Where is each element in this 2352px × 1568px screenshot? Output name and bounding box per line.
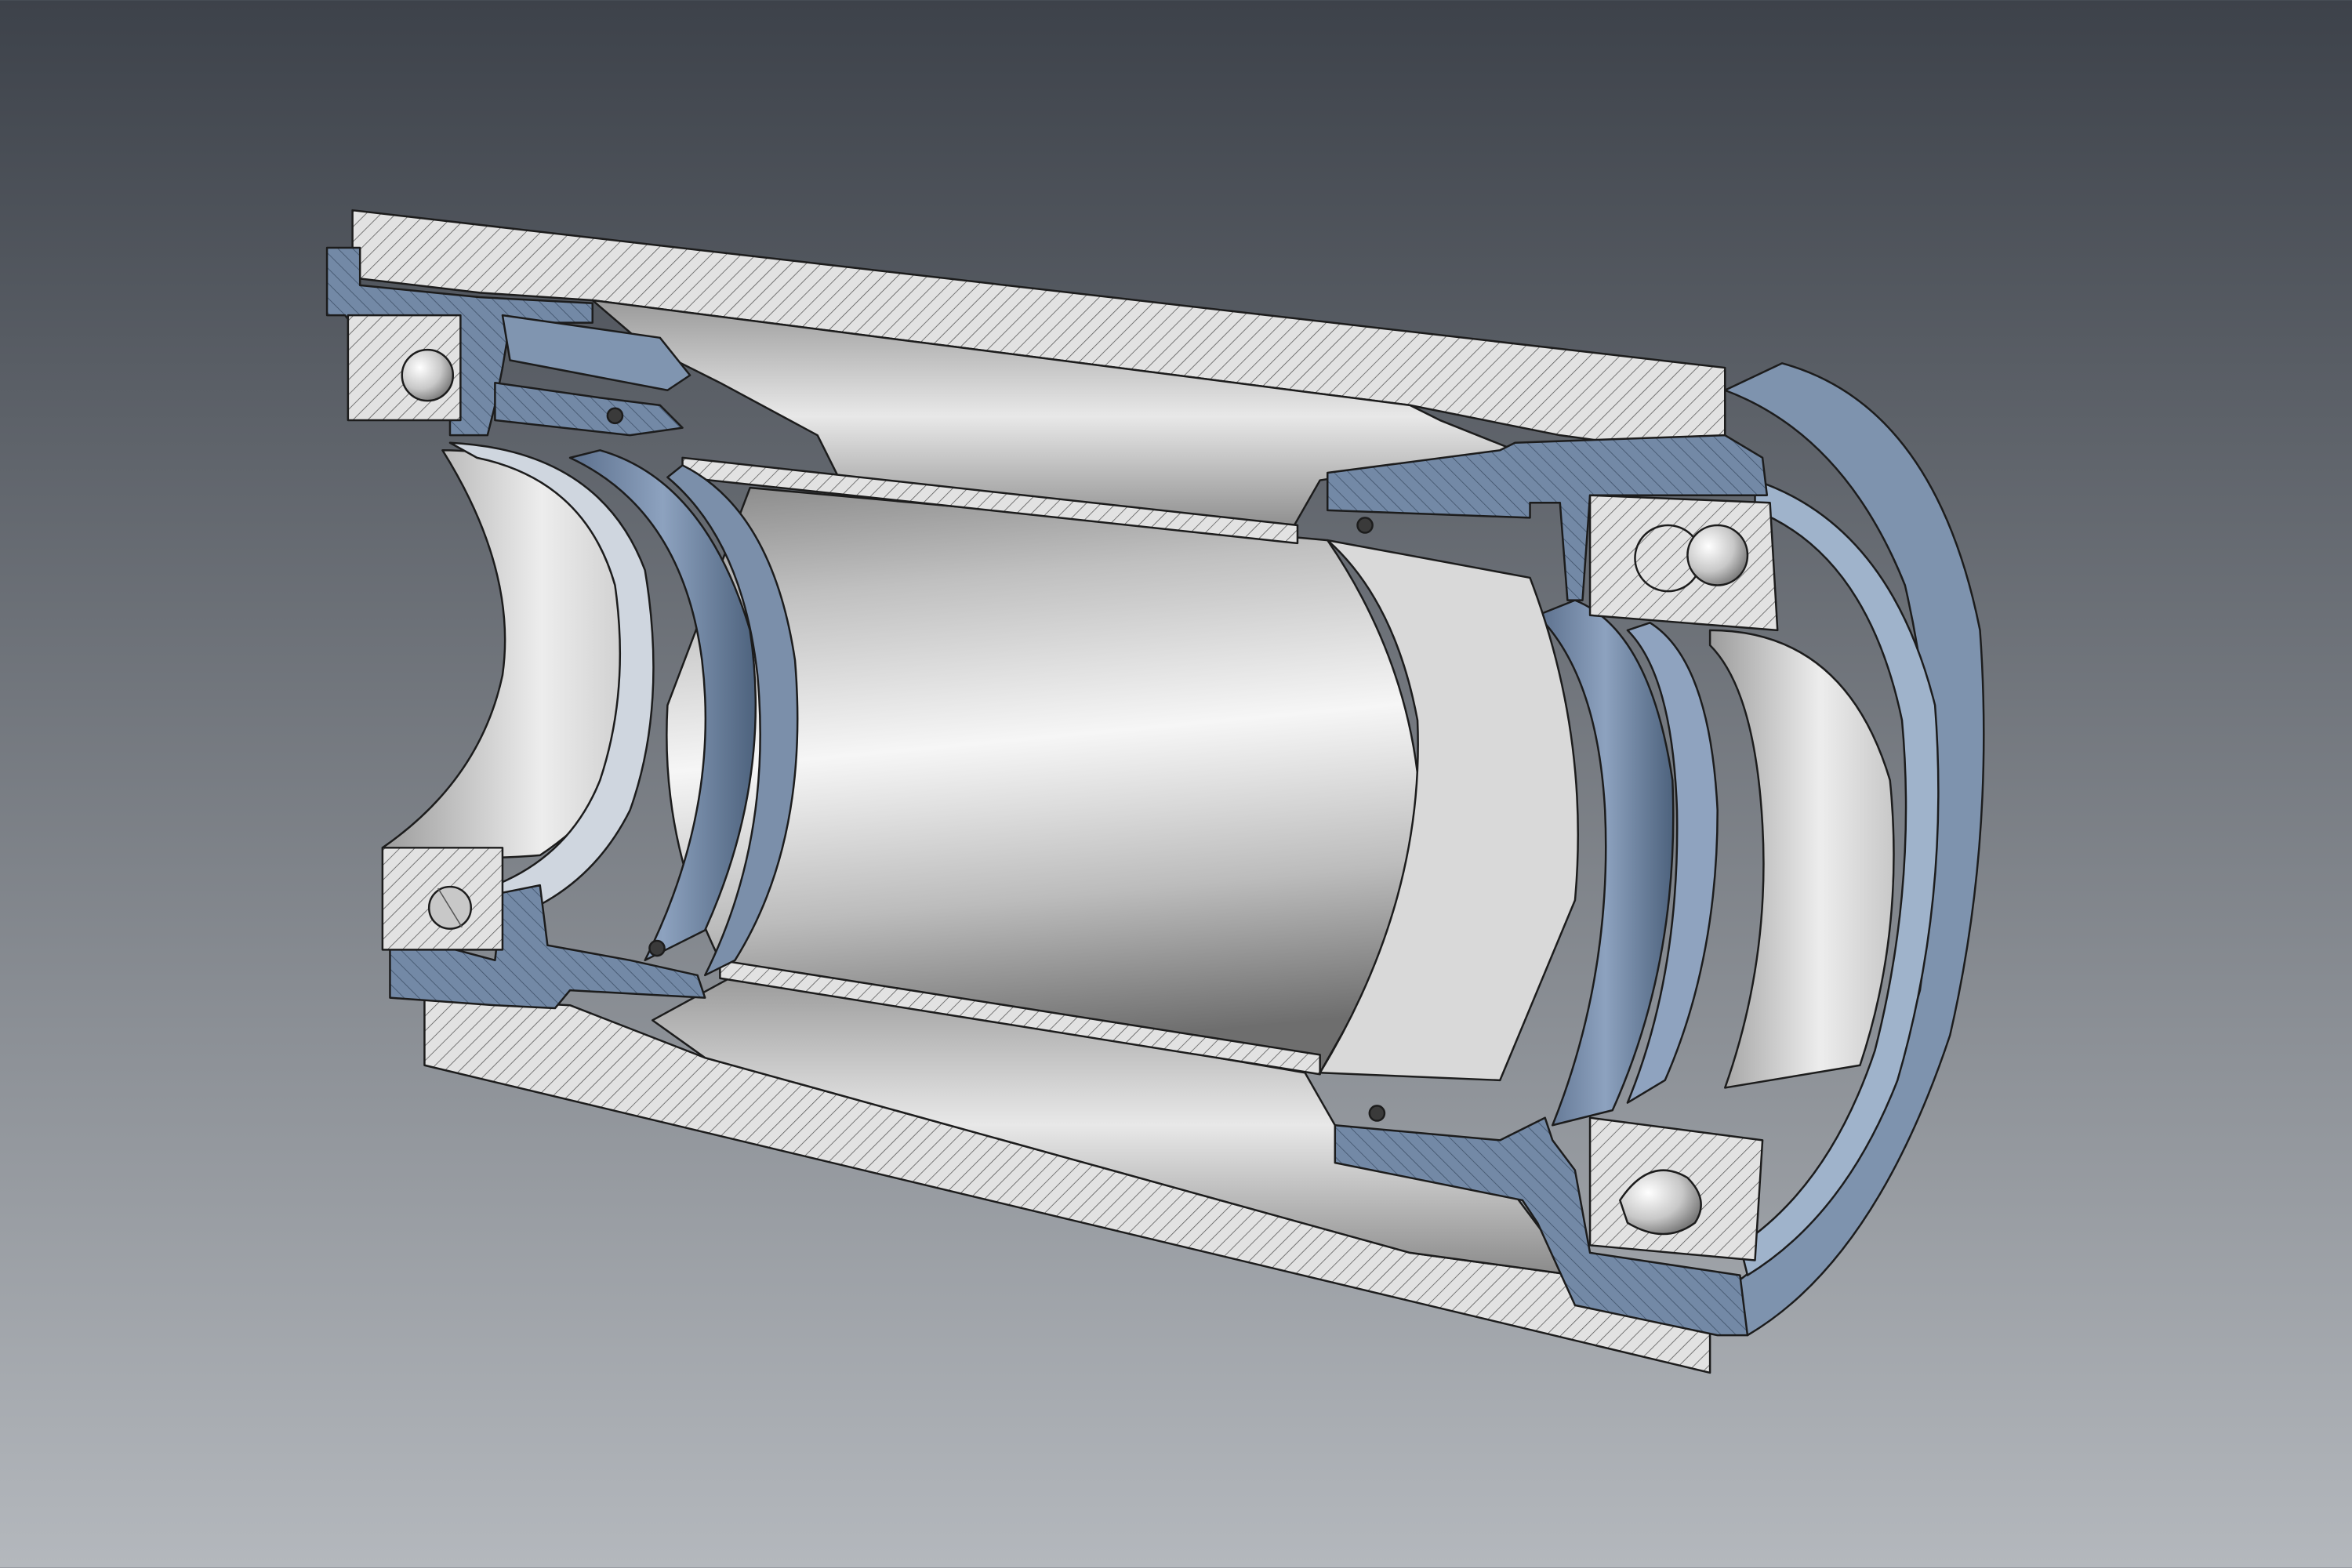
o-ring-top-left xyxy=(606,407,624,425)
right-bearing-top-ball xyxy=(1686,524,1749,586)
o-ring-top-right xyxy=(1356,517,1374,534)
cad-viewport[interactable] xyxy=(0,0,2352,1568)
section-view-drawing xyxy=(0,0,2352,1568)
o-ring-bottom-right xyxy=(1368,1105,1386,1122)
o-ring-bottom-left xyxy=(648,939,666,957)
left-bearing-top-ball xyxy=(401,348,455,402)
